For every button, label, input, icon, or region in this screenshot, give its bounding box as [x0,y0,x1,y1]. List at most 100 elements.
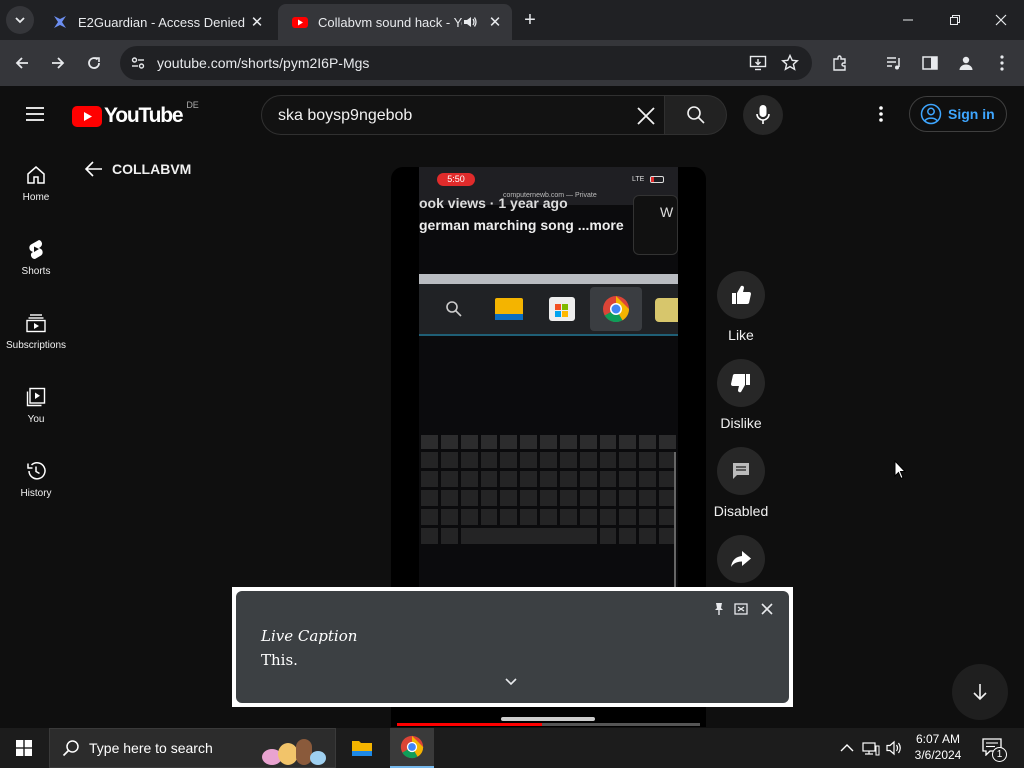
video-frame: 5:50 computernewb.com — Private LTE ook … [419,167,678,587]
youtube-header: YouTube DE ska boysp9ngebob Sign in [0,86,1024,144]
youtube-logo-icon [72,105,102,127]
install-app-icon[interactable] [749,54,767,72]
settings-menu-button[interactable] [872,105,890,125]
sign-in-button[interactable]: Sign in [909,96,1007,132]
video-chrome-button [590,287,642,331]
site-settings-icon[interactable] [130,55,146,71]
back-button[interactable] [9,50,35,76]
comments-button[interactable]: Disabled [710,447,772,519]
clear-search-icon[interactable] [635,105,657,127]
search-query: ska boysp9ngebob [278,107,413,124]
sidebar-item-history[interactable]: History [0,460,72,534]
chevron-down-icon[interactable] [505,678,517,686]
video-window-bar [419,274,678,284]
profile-icon [959,56,973,70]
share-icon [731,551,751,567]
chevron-up-icon[interactable] [840,742,854,754]
e2guardian-favicon-icon [54,16,66,28]
video-side-panel: W [633,195,678,255]
windows-taskbar: Type here to search 6:07 AM 3/6/2024 1 [0,728,1024,768]
video-progress-fill [397,723,543,726]
taskbar-search-box[interactable]: Type here to search [49,728,336,768]
phone-time: 5:50 [437,173,475,186]
phone-signal: LTE [632,176,645,183]
close-tab-icon[interactable]: ✕ [486,13,504,31]
store-icon [549,297,575,321]
close-icon[interactable] [761,603,773,615]
voice-search-button[interactable] [743,95,783,135]
bookmark-star-icon[interactable] [781,54,799,72]
folder-icon [352,741,372,756]
music-queue-icon [887,57,900,70]
video-progress-track[interactable] [397,723,700,726]
thumbs-up-icon [732,285,751,305]
puzzle-icon [833,55,846,71]
arrow-left-icon [15,57,28,69]
minimize-button[interactable] [896,8,920,32]
close-window-button[interactable] [989,8,1013,32]
search-icon [686,106,705,124]
account-circle-icon [920,103,942,125]
guide-menu-button[interactable] [24,105,48,125]
hamburger-icon [26,107,44,121]
sidebar-item-subscriptions[interactable]: Subscriptions [0,312,72,386]
battery-icon [650,176,664,183]
notification-count: 1 [992,747,1007,762]
search-icon [446,301,462,317]
youtube-logo[interactable]: YouTube DE [72,100,199,128]
browser-toolbar: youtube.com/shorts/pym2I6P-Mgs [0,40,1024,110]
region-code: DE [186,100,199,110]
reload-button[interactable] [81,50,107,76]
address-bar[interactable]: youtube.com/shorts/pym2I6P-Mgs [120,46,812,80]
dislike-button[interactable]: Dislike [710,359,772,431]
app-icon [655,298,678,322]
extensions-button[interactable] [829,52,851,74]
pin-icon[interactable] [713,602,725,616]
side-panel-button[interactable] [919,52,941,74]
speaker-icon[interactable] [462,14,478,30]
network-icon[interactable] [862,740,880,756]
forward-button[interactable] [45,50,71,76]
search-button[interactable] [665,95,727,135]
tab-search-button[interactable] [6,6,34,34]
like-label: Like [728,327,754,343]
drag-handle[interactable] [501,717,595,721]
sidebar-item-label: Home [22,192,50,203]
browser-menu-button[interactable] [991,52,1013,74]
like-button[interactable]: Like [710,271,772,343]
sign-in-label: Sign in [948,106,995,122]
you-icon [26,387,46,407]
video-text-line1: ook views · 1 year ago [419,195,568,211]
sidebar-item-you[interactable]: You [0,386,72,460]
close-tab-icon[interactable]: ✕ [248,13,266,31]
expand-icon[interactable] [734,602,748,616]
next-video-button[interactable] [952,664,1008,720]
arrow-right-icon [52,57,65,69]
file-explorer-button[interactable] [344,728,380,768]
channel-name: COLLABVM [112,161,192,177]
tab-e2guardian[interactable]: E2Guardian - Access Denied ✕ [38,4,274,40]
side-panel-icon [922,56,938,70]
new-tab-button[interactable]: + [518,9,542,32]
restore-icon [950,15,960,25]
video-keyboard [419,435,678,565]
reload-icon [88,57,100,69]
volume-icon[interactable] [886,740,904,756]
search-input[interactable]: ska boysp9ngebob [261,95,665,135]
chrome-taskbar-button[interactable] [390,728,434,768]
media-controls-button[interactable] [883,52,905,74]
thumbs-down-icon [731,373,750,393]
start-button[interactable] [0,728,48,768]
taskbar-clock[interactable]: 6:07 AM 3/6/2024 [910,731,966,765]
tab-collabvm[interactable]: Collabvm sound hack - You ✕ [278,4,512,40]
profile-button[interactable] [955,52,977,74]
sidebar-item-home[interactable]: Home [0,164,72,238]
clock-time: 6:07 AM [915,732,961,746]
channel-back-link[interactable]: COLLABVM [84,159,191,179]
share-button[interactable] [710,535,772,591]
youtube-logo-text: YouTube [104,104,184,127]
kebab-menu-icon [1000,55,1004,71]
restore-button[interactable] [943,8,967,32]
sidebar-item-shorts[interactable]: Shorts [0,238,72,312]
notification-center-button[interactable]: 1 [978,736,1008,762]
